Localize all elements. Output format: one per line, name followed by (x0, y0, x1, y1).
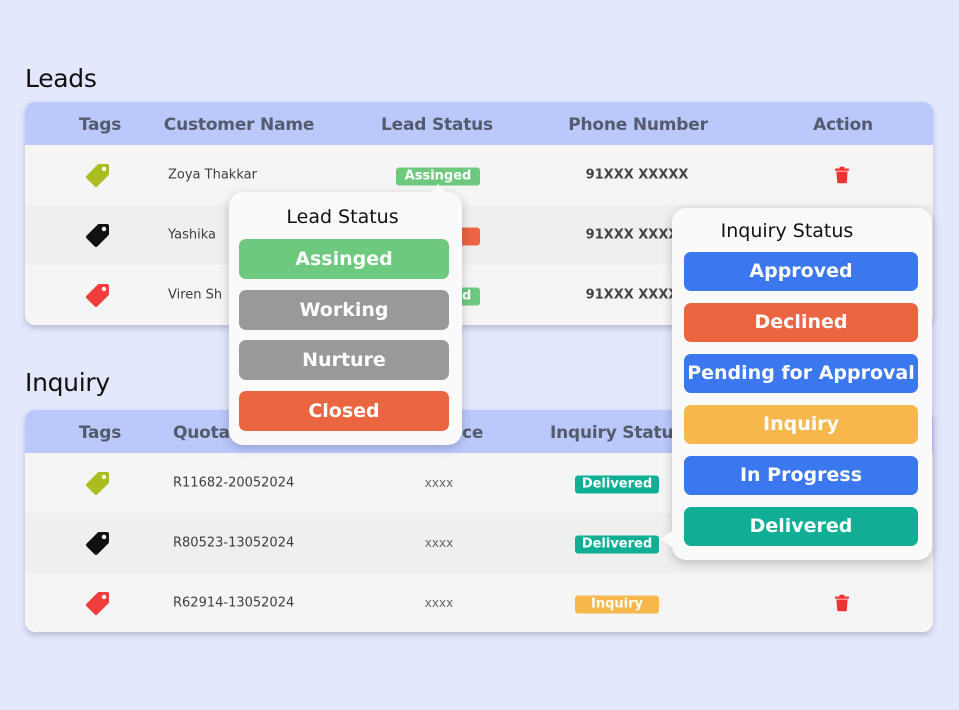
option-inquiry[interactable]: Inquiry (684, 405, 918, 444)
option-declined[interactable]: Declined (684, 303, 918, 342)
inquiry-status-dropdown: Inquiry Status Approved Declined Pending… (661, 208, 932, 560)
trash-icon (834, 167, 850, 184)
popup-pointer (429, 184, 447, 194)
option-assigned[interactable]: Assinged (239, 239, 449, 279)
tag-icon[interactable] (85, 590, 111, 616)
tag-icon[interactable] (85, 222, 111, 248)
option-closed[interactable]: Closed (239, 391, 449, 431)
table-row[interactable]: R62914-13052024 xxxx Inquiry (25, 573, 933, 632)
option-nurture[interactable]: Nurture (239, 340, 449, 380)
table-row[interactable]: Zoya Thakkar Assinged 91XXX XXXXX (25, 145, 933, 205)
column-header-action: Action (813, 115, 873, 135)
inquiry-status-label: Delivered (575, 535, 659, 554)
tag-icon[interactable] (85, 470, 111, 496)
inquiry-status-dropdown-title: Inquiry Status (720, 220, 854, 242)
option-in-progress[interactable]: In Progress (684, 456, 918, 495)
lead-status-badge[interactable]: Assinged (396, 165, 480, 186)
lead-status-dropdown-title: Lead Status (286, 206, 399, 228)
tag-icon[interactable] (85, 162, 111, 188)
price: xxxx (424, 596, 454, 610)
option-working[interactable]: Working (239, 290, 449, 330)
inquiry-status-label: Delivered (575, 475, 659, 494)
inquiry-status-badge[interactable]: Delivered (575, 533, 659, 554)
option-approved[interactable]: Approved (684, 252, 918, 291)
price: xxxx (424, 476, 454, 490)
inquiry-status-badge[interactable]: Delivered (575, 473, 659, 494)
tag-icon[interactable] (85, 282, 111, 308)
tag-icon[interactable] (85, 530, 111, 556)
column-header-quotation[interactable]: Quota (173, 410, 230, 456)
leads-table-header: Tags Customer Name Lead Status Phone Num… (25, 102, 933, 145)
column-header-tags[interactable]: Tags (79, 102, 122, 148)
quotation-number: R11682-20052024 (173, 475, 295, 491)
column-header-customer-name[interactable]: Customer Name (164, 102, 315, 148)
column-header-phone-number[interactable]: Phone Number (568, 102, 708, 148)
price: xxxx (424, 536, 454, 550)
popup-pointer (661, 530, 673, 548)
lead-status-label: Assinged (396, 167, 480, 186)
column-header-tags[interactable]: Tags (79, 410, 122, 456)
inquiry-status-label: Inquiry (575, 595, 659, 614)
column-header-price[interactable]: ce (462, 410, 483, 456)
inquiry-status-badge[interactable]: Inquiry (575, 593, 659, 614)
lead-status-dropdown: Lead Status Assinged Working Nurture Clo… (229, 184, 462, 445)
customer-name: Yashika (168, 227, 217, 243)
customer-name: Viren Sh (168, 287, 223, 303)
phone-number: 91XXX XXXXX (585, 167, 689, 183)
delete-button[interactable] (834, 595, 850, 612)
trash-icon (834, 595, 850, 612)
customer-name: Zoya Thakkar (168, 167, 257, 183)
leads-section-title: Leads (25, 64, 97, 93)
column-header-lead-status[interactable]: Lead Status (381, 102, 493, 148)
option-delivered[interactable]: Delivered (684, 507, 918, 546)
quotation-number: R80523-13052024 (173, 535, 295, 551)
delete-button[interactable] (834, 167, 850, 184)
option-pending-for-approval[interactable]: Pending for Approval (684, 354, 918, 393)
quotation-number: R62914-13052024 (173, 595, 295, 611)
column-header-inquiry-status[interactable]: Inquiry Status (550, 410, 684, 456)
inquiry-section-title: Inquiry (25, 368, 110, 397)
